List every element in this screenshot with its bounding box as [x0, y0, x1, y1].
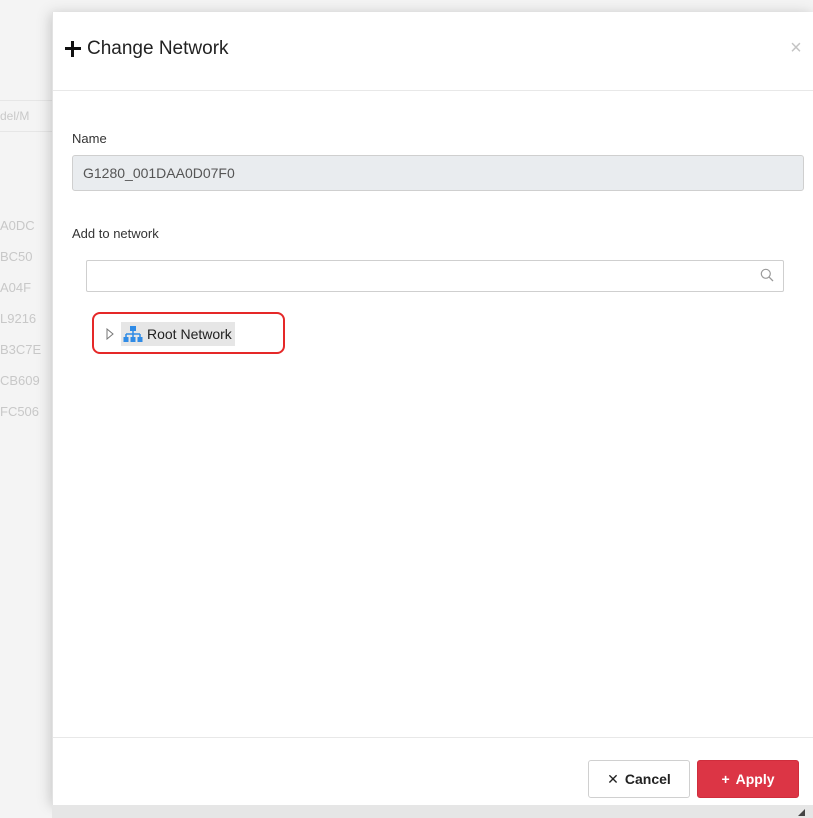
network-search-input[interactable]: [87, 261, 763, 289]
add-to-network-label: Add to network: [72, 226, 159, 241]
modal-footer: ✕ Cancel + Apply: [53, 737, 813, 806]
root-network-label: Root Network: [147, 326, 232, 342]
background-row: L9216: [0, 311, 37, 326]
plus-icon: [65, 41, 81, 57]
resize-grip-icon[interactable]: [798, 809, 805, 816]
modal-title-text: Change Network: [87, 38, 229, 59]
search-icon[interactable]: [760, 268, 774, 282]
modal-header: Change Network ×: [53, 12, 813, 91]
close-icon[interactable]: ×: [788, 38, 804, 58]
background-row: CB609: [0, 373, 40, 388]
bottom-scrollbar[interactable]: [52, 805, 813, 818]
caret-right-icon[interactable]: [102, 326, 118, 342]
modal-title: Change Network: [65, 38, 229, 60]
root-network-node[interactable]: Root Network: [121, 322, 235, 346]
cancel-button[interactable]: ✕ Cancel: [588, 760, 690, 798]
background-column-header: del/M: [0, 100, 52, 132]
apply-button[interactable]: + Apply: [697, 760, 799, 798]
background-row: B3C7E: [0, 342, 42, 357]
apply-button-label: Apply: [735, 771, 775, 787]
name-label: Name: [72, 131, 107, 146]
plus-icon: +: [721, 771, 730, 787]
network-tree-icon: [123, 326, 143, 342]
background-row: A04F: [0, 280, 32, 295]
cancel-button-label: Cancel: [624, 771, 671, 787]
background-row: A0DC: [0, 218, 35, 233]
background-row: BC50: [0, 249, 33, 264]
network-search-box: [86, 260, 784, 292]
change-network-modal: Change Network × Name Add to network: [52, 12, 813, 805]
name-field[interactable]: [72, 155, 804, 191]
tree-node-root-network[interactable]: Root Network: [102, 322, 235, 346]
background-row: FC506: [0, 404, 40, 419]
close-icon: ✕: [607, 771, 619, 787]
background-rows: A0DC BC50 A04F L9216 B3C7E CB609 FC506: [0, 210, 52, 427]
